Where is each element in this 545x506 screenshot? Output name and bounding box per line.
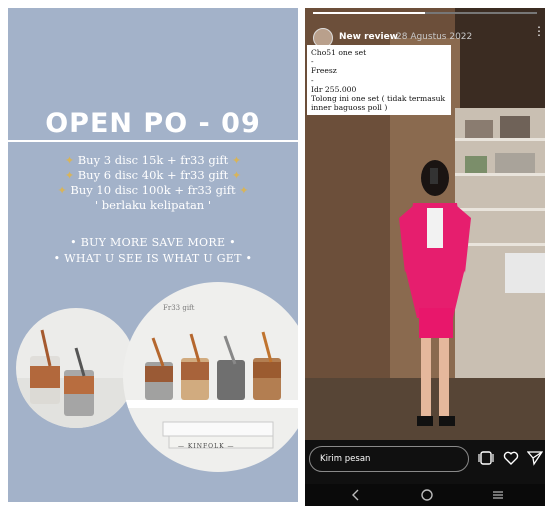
back-icon[interactable] xyxy=(349,488,363,502)
story-progress-bar xyxy=(313,12,537,14)
story-username[interactable]: New review xyxy=(339,32,398,42)
sparkle-icon: ✦ xyxy=(64,154,75,167)
offer-text: Buy 10 disc 100k + fr33 gift xyxy=(70,183,236,197)
offer-line-1: ✦ Buy 3 disc 15k + fr33 gift ✦ xyxy=(8,153,298,167)
review-caption: Cho51 one set - Freesz - Idr 255.000 Tol… xyxy=(307,45,451,116)
gift-label: Fr33 gift xyxy=(163,304,195,312)
send-message-input[interactable]: Kirim pesan xyxy=(309,446,469,472)
sparkle-icon: ✦ xyxy=(231,154,242,167)
offer-note: ' berlaku kelipatan ' xyxy=(94,198,212,212)
story-date: 28 Agustus 2022 xyxy=(396,32,473,42)
android-nav-bar xyxy=(305,484,545,506)
sparkle-icon: ✦ xyxy=(239,184,249,197)
poster-title: OPEN PO - 09 xyxy=(45,108,261,139)
tagline-2: • WHAT U SEE IS WHAT U GET • xyxy=(53,252,253,265)
caption-line: Freesz xyxy=(311,66,337,76)
instagram-story: New review 28 Agustus 2022 ⋮ Cho51 one s… xyxy=(305,8,545,506)
promo-poster: OPEN PO - 09 ✦ Buy 3 disc 15k + fr33 gif… xyxy=(8,8,298,502)
offer-text: Buy 6 disc 40k + fr33 gift xyxy=(77,168,229,182)
offer-line-3: ✦ Buy 10 disc 100k + fr33 gift ✦ xyxy=(8,183,298,197)
story-progress-fill xyxy=(313,12,425,14)
book-label: — KINFOLK — xyxy=(178,443,235,450)
caption-line: - xyxy=(311,75,314,85)
sticker-icon[interactable] xyxy=(478,450,494,466)
phone-icon xyxy=(430,168,438,184)
tagline-1: • BUY MORE SAVE MORE • xyxy=(70,236,236,249)
sparkle-icon: ✦ xyxy=(57,184,67,197)
sparkle-icon: ✦ xyxy=(231,169,242,182)
send-icon[interactable] xyxy=(527,450,543,466)
send-message-placeholder: Kirim pesan xyxy=(320,454,371,464)
glass-cups-image xyxy=(16,329,136,428)
heart-icon[interactable] xyxy=(503,450,519,466)
more-options-icon[interactable]: ⋮ xyxy=(533,25,545,37)
home-icon[interactable] xyxy=(420,488,434,502)
title-divider xyxy=(8,140,298,142)
sparkle-icon: ✦ xyxy=(64,169,75,182)
caption-line: Cho51 one set xyxy=(311,48,367,57)
offer-line-2: ✦ Buy 6 disc 40k + fr33 gift ✦ xyxy=(8,168,298,182)
caption-line: Tolong ini one set ( tidak termasuk xyxy=(311,94,446,104)
caption-line: Idr 255.000 xyxy=(311,84,357,94)
caption-line: - xyxy=(311,57,314,67)
product-photo-left xyxy=(16,308,136,428)
person-image xyxy=(399,160,471,426)
caption-line: inner baguoss poll ) xyxy=(311,103,388,113)
recents-icon[interactable] xyxy=(491,488,505,502)
offer-text: Buy 3 disc 15k + fr33 gift xyxy=(77,153,229,167)
